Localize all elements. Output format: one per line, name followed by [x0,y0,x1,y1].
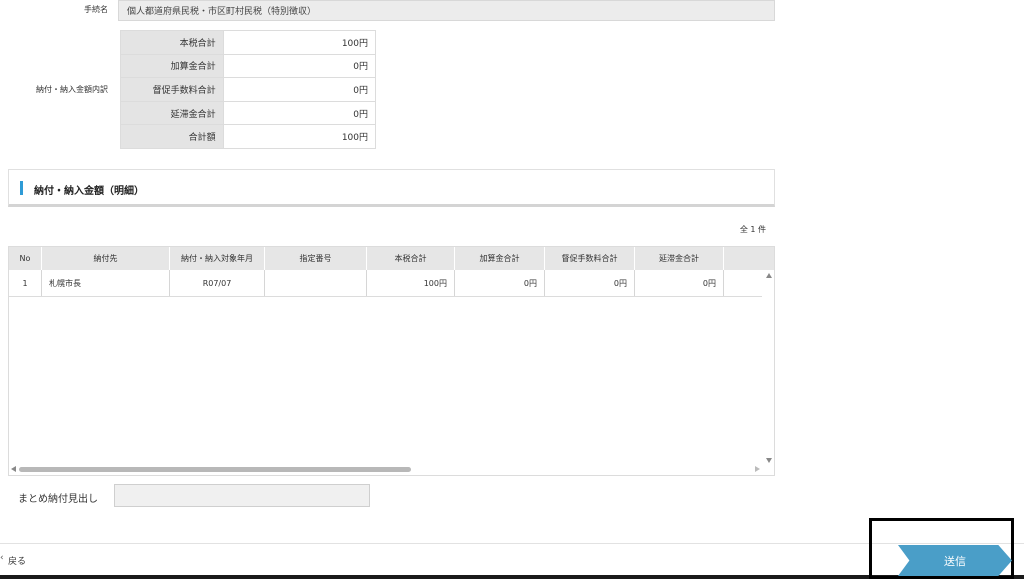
bundle-payment-label: まとめ納付見出し [18,494,98,505]
breakdown-row: 督促手数料合計 0円 [120,77,377,102]
breakdown-row: 延滞金合計 0円 [120,100,377,126]
cell-reminder-fee-total: 0円 [545,270,635,296]
cell-designated-number [265,270,367,296]
column-header-no[interactable]: No [9,247,42,270]
breakdown-row-value: 0円 [222,53,377,79]
procedure-label: 手続名 [84,5,108,14]
chevron-left-icon[interactable]: ‹ [0,553,4,563]
cell-period: R07/07 [170,270,265,296]
cell-additional-total: 0円 [455,270,545,296]
back-link[interactable]: 戻る [8,554,26,567]
breakdown-row-value: 0円 [222,77,377,102]
procedure-value: 個人都道府県民税・市区町村民税（特別徴収） [118,0,775,21]
breakdown-row-label: 本税合計 [120,30,224,55]
column-header-period[interactable]: 納付・納入対象年月 [170,247,265,270]
scroll-up-icon[interactable] [766,273,772,278]
column-header-tax-total[interactable]: 本税合計 [367,247,455,270]
breakdown-row: 本税合計 100円 [120,30,377,55]
breakdown-row: 合計額 100円 [120,124,377,149]
section-accent-bar [20,181,23,195]
breakdown-row: 加算金合計 0円 [120,53,377,79]
breakdown-table: 本税合計 100円 加算金合計 0円 督促手数料合計 0円 延滞金合計 0円 合… [120,30,377,149]
column-header-additional-total[interactable]: 加算金合計 [455,247,545,270]
cell-no: 1 [9,270,42,296]
scroll-left-icon[interactable] [11,466,16,472]
table-row[interactable]: 1 札幌市長 R07/07 100円 0円 0円 0円 [9,270,774,297]
breakdown-row-value: 100円 [222,30,377,55]
column-header-total[interactable]: 合計 [724,247,774,270]
record-count: 全 1 件 [739,225,766,234]
breakdown-row-label: 督促手数料合計 [120,77,224,102]
detail-grid: No 納付先 納付・納入対象年月 指定番号 本税合計 加算金合計 督促手数料合計… [8,246,775,476]
breakdown-row-label: 合計額 [120,124,224,149]
horizontal-scroll-thumb[interactable] [19,467,411,472]
cell-tax-total: 100円 [367,270,455,296]
column-header-designated-number[interactable]: 指定番号 [265,247,367,270]
breakdown-row-label: 加算金合計 [120,53,224,79]
breakdown-label: 納付・納入金額内訳 [36,85,108,94]
breakdown-row-value: 100円 [222,124,377,149]
column-header-late-fee-total[interactable]: 延滞金合計 [635,247,724,270]
section-title: 納付・納入金額（明細） [34,186,144,197]
vertical-scrollbar[interactable] [762,270,774,465]
breakdown-row-value: 0円 [222,100,377,126]
column-header-destination[interactable]: 納付先 [42,247,170,270]
cell-destination: 札幌市長 [42,270,170,296]
breakdown-row-label: 延滞金合計 [120,100,224,126]
bundle-payment-field[interactable] [114,484,370,507]
scroll-right-icon[interactable] [755,466,760,472]
send-button[interactable]: 送信 [898,545,1012,576]
grid-header-row: No 納付先 納付・納入対象年月 指定番号 本税合計 加算金合計 督促手数料合計… [9,247,774,270]
cell-late-fee-total: 0円 [635,270,724,296]
column-header-reminder-fee-total[interactable]: 督促手数料合計 [545,247,635,270]
